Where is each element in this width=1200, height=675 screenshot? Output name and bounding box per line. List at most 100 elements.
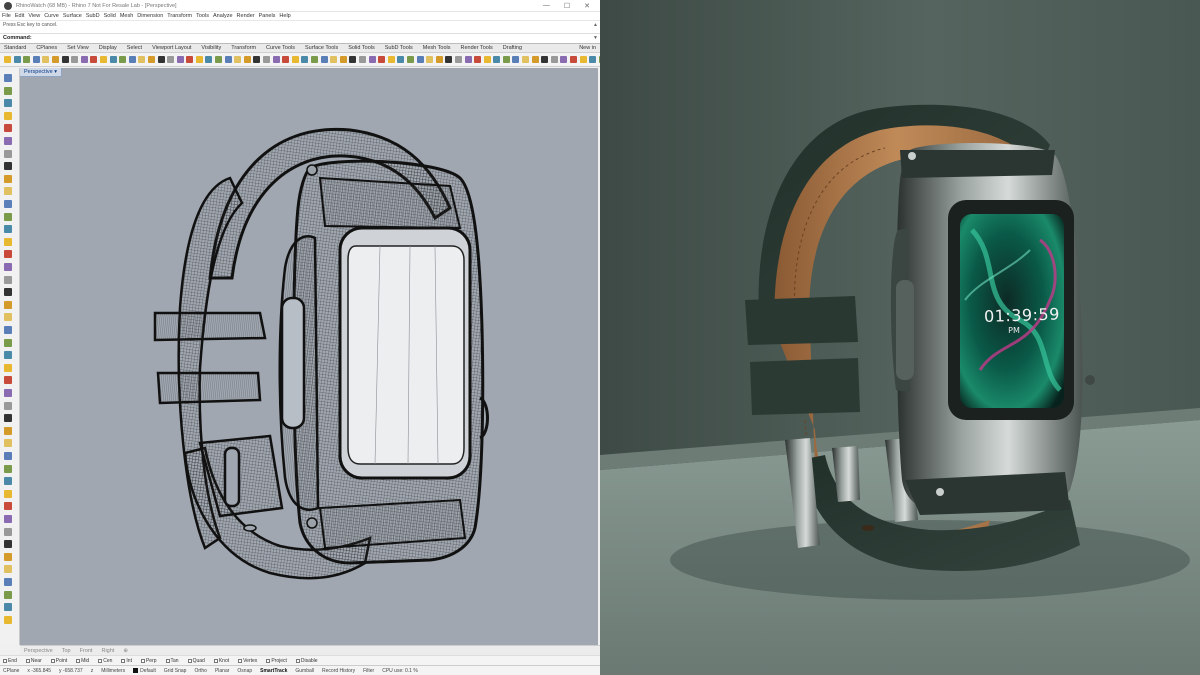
toolbar-tool-icon[interactable]: [474, 56, 482, 63]
tab-mesh-tools[interactable]: Mesh Tools: [423, 45, 451, 51]
toolbar-tool-icon[interactable]: [397, 56, 405, 63]
perspective-viewport[interactable]: Perspective ▾: [20, 68, 598, 645]
left-tool-icon[interactable]: [4, 426, 12, 435]
toolbar-tool-icon[interactable]: [138, 56, 146, 63]
toolbar-tool-icon[interactable]: [339, 56, 347, 63]
osnap-vertex[interactable]: Vertex: [238, 658, 257, 664]
command-line[interactable]: Command: ▼: [0, 34, 600, 44]
viewport-dropdown-icon[interactable]: ▾: [54, 69, 57, 75]
left-tool-icon[interactable]: [4, 363, 12, 372]
left-tool-icon[interactable]: [4, 452, 12, 460]
status-ortho[interactable]: Ortho: [194, 668, 207, 674]
status-gumball[interactable]: Gumball: [295, 668, 314, 674]
left-tool-icon[interactable]: [4, 552, 12, 561]
osnap-tan[interactable]: Tan: [165, 658, 179, 664]
toolbar-tool-icon[interactable]: [42, 56, 50, 63]
toolbar-tool-icon[interactable]: [291, 56, 299, 63]
viewport-label[interactable]: Perspective ▾: [20, 68, 63, 77]
toolbar-tool-icon[interactable]: [205, 56, 213, 63]
toolbar-tool-icon[interactable]: [426, 56, 434, 63]
left-tool-icon[interactable]: [4, 439, 12, 448]
tab-surface-tools[interactable]: Surface Tools: [305, 45, 338, 51]
toolbar-tool-icon[interactable]: [550, 56, 558, 63]
toolbar-tool-icon[interactable]: [579, 56, 587, 63]
osnap-knot[interactable]: Knot: [213, 658, 229, 664]
osnap-near[interactable]: Near: [25, 658, 42, 664]
toolbar-tool-icon[interactable]: [301, 56, 309, 63]
toolbar-tool-icon[interactable]: [512, 56, 520, 63]
osnap-quad[interactable]: Quad: [187, 658, 205, 664]
tab-drafting[interactable]: Drafting: [503, 45, 522, 51]
toolbar-tool-icon[interactable]: [445, 56, 453, 63]
tab-select[interactable]: Select: [127, 45, 142, 51]
menu-file[interactable]: File: [2, 13, 11, 19]
tab-transform[interactable]: Transform: [231, 45, 256, 51]
viewport-tab-front[interactable]: Front: [80, 648, 93, 654]
toolbar-tool-icon[interactable]: [195, 56, 203, 63]
tab-subd-tools[interactable]: SubD Tools: [385, 45, 413, 51]
toolbar-tool-icon[interactable]: [51, 56, 59, 63]
toolbar-tool-icon[interactable]: [522, 56, 530, 63]
status-layer[interactable]: Default: [133, 668, 156, 674]
osnap-mid[interactable]: Mid: [76, 658, 89, 664]
left-tool-icon[interactable]: [4, 502, 12, 511]
left-tool-icon[interactable]: [4, 74, 12, 82]
osnap-cen[interactable]: Cen: [98, 658, 112, 664]
toolbar-tool-icon[interactable]: [358, 56, 366, 63]
menu-panels[interactable]: Panels: [259, 13, 276, 19]
toolbar-tool-icon[interactable]: [311, 56, 318, 63]
menu-transform[interactable]: Transform: [167, 13, 192, 19]
toolbar-tool-icon[interactable]: [368, 56, 376, 63]
toolbar-tool-icon[interactable]: [330, 56, 338, 63]
menu-surface[interactable]: Surface: [63, 13, 82, 19]
toolbar-tool-icon[interactable]: [13, 56, 21, 63]
menu-help[interactable]: Help: [279, 13, 290, 19]
osnap-point[interactable]: Point: [50, 658, 67, 664]
left-tool-icon[interactable]: [4, 149, 12, 158]
menu-edit[interactable]: Edit: [15, 13, 24, 19]
scroll-down-icon[interactable]: ▼: [593, 35, 598, 41]
toolbar-tool-icon[interactable]: [234, 56, 242, 63]
status-filter[interactable]: Filter: [363, 668, 374, 674]
left-tool-icon[interactable]: [4, 464, 12, 473]
left-tool-icon[interactable]: [4, 187, 12, 196]
left-tool-icon[interactable]: [4, 288, 12, 297]
left-tool-icon[interactable]: [4, 515, 12, 523]
left-tool-icon[interactable]: [4, 263, 12, 271]
left-tool-icon[interactable]: [4, 137, 12, 145]
status-units[interactable]: Millimeters: [101, 668, 125, 674]
left-tool-icon[interactable]: [4, 300, 12, 309]
scroll-up-icon[interactable]: ▲: [593, 22, 598, 28]
toolbar-tool-icon[interactable]: [243, 56, 251, 63]
minimize-button[interactable]: —: [543, 2, 550, 10]
menu-mesh[interactable]: Mesh: [120, 13, 133, 19]
tab-set-view[interactable]: Set View: [67, 45, 89, 51]
menu-dimension[interactable]: Dimension: [137, 13, 163, 19]
osnap-int[interactable]: Int: [121, 658, 132, 664]
osnap-end[interactable]: End: [3, 658, 17, 664]
toolbar-tool-icon[interactable]: [406, 56, 414, 63]
toolbar-tool-icon[interactable]: [23, 56, 31, 63]
left-tool-icon[interactable]: [4, 489, 12, 498]
toolbar-tool-icon[interactable]: [147, 56, 155, 63]
toolbar-tool-icon[interactable]: [71, 56, 79, 63]
left-tool-icon[interactable]: [4, 111, 12, 120]
menu-solid[interactable]: Solid: [104, 13, 116, 19]
toolbar-tool-icon[interactable]: [435, 56, 443, 63]
left-tool-icon[interactable]: [4, 174, 12, 183]
left-tool-icon[interactable]: [4, 414, 12, 423]
tab-solid-tools[interactable]: Solid Tools: [348, 45, 375, 51]
toolbar-tool-icon[interactable]: [541, 56, 549, 63]
toolbar-tool-icon[interactable]: [320, 56, 328, 63]
toolbar-tool-icon[interactable]: [186, 56, 194, 63]
toolbar-tool-icon[interactable]: [493, 56, 501, 63]
status-planar[interactable]: Planar: [215, 668, 229, 674]
osnap-project[interactable]: Project: [266, 658, 287, 664]
toolbar-tool-icon[interactable]: [454, 56, 462, 63]
tab-display[interactable]: Display: [99, 45, 117, 51]
maximize-button[interactable]: ☐: [564, 2, 570, 10]
tab-standard[interactable]: Standard: [4, 45, 26, 51]
menu-tools[interactable]: Tools: [196, 13, 209, 19]
menu-analyze[interactable]: Analyze: [213, 13, 233, 19]
tab-visibility[interactable]: Visibility: [201, 45, 221, 51]
